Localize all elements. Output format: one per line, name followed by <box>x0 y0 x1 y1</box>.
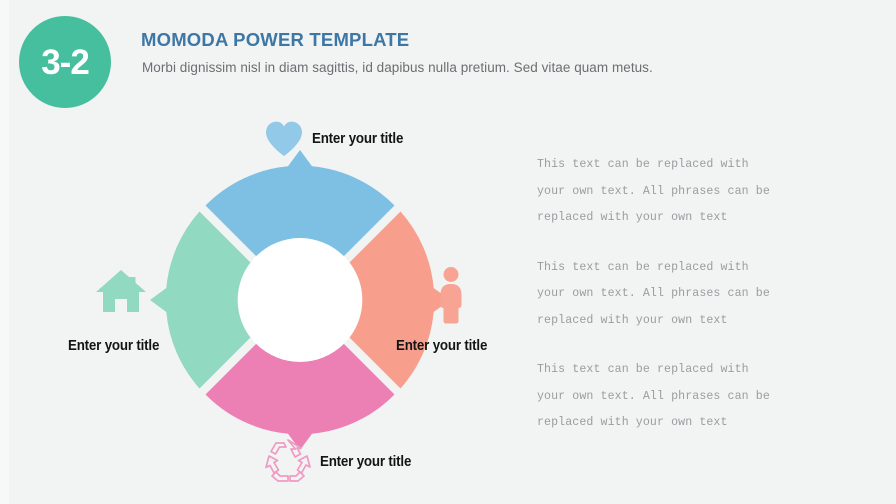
segment-title-top: Enter your title <box>312 131 404 147</box>
body-paragraph: This text can be replaced with your own … <box>537 363 770 429</box>
donut-center-hole <box>238 238 362 362</box>
segment-title-left: Enter your title <box>68 338 160 354</box>
segment-right[interactable] <box>349 211 451 389</box>
heart-icon <box>264 120 304 163</box>
circular-diagram <box>150 150 450 450</box>
segment-title-right: Enter your title <box>396 338 488 354</box>
body-paragraph: This text can be replaced with your own … <box>537 260 770 327</box>
page-title: MOMODA POWER TEMPLATE <box>141 29 410 50</box>
slide-canvas: 3-2 MOMODA POWER TEMPLATE Morbi dignissi… <box>0 0 896 504</box>
house-icon <box>96 268 146 319</box>
body-text-column: This text can be replaced with your own … <box>537 152 787 437</box>
page-subtitle: Morbi dignissim nisl in diam sagittis, i… <box>142 60 653 75</box>
slide-number-label: 3-2 <box>41 42 90 82</box>
recycle-icon <box>262 436 314 489</box>
person-icon <box>436 266 466 329</box>
body-paragraph: This text can be replaced with your own … <box>537 158 770 224</box>
left-edge-strip <box>0 0 9 504</box>
segment-left[interactable] <box>150 211 251 389</box>
slide-number-badge: 3-2 <box>19 16 111 108</box>
segment-title-bottom: Enter your title <box>320 454 412 470</box>
